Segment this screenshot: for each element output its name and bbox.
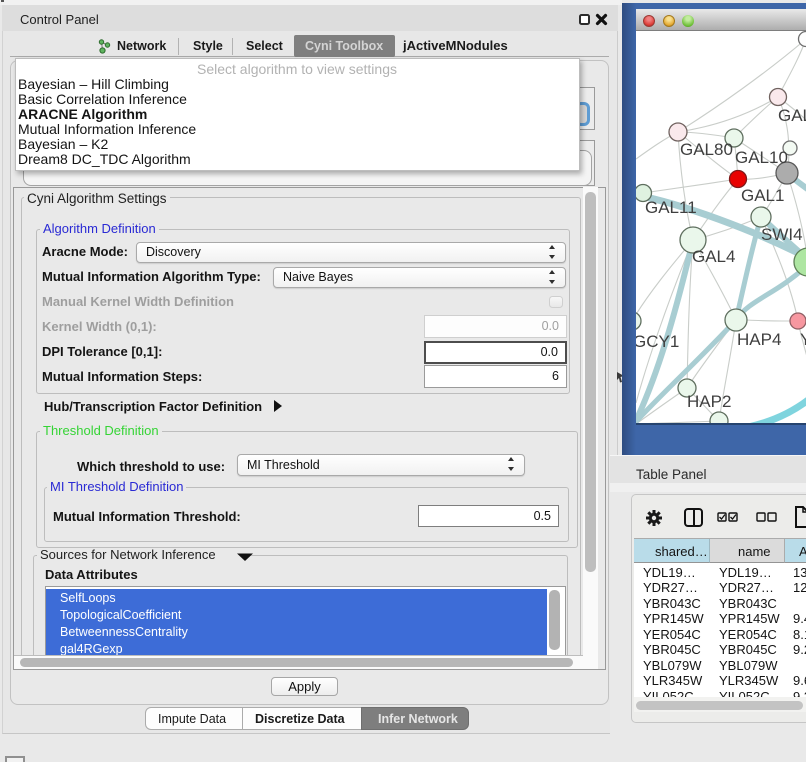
svg-text:Y: Y xyxy=(800,330,806,349)
svg-text:GAL4: GAL4 xyxy=(692,247,735,266)
svg-text:GAL10: GAL10 xyxy=(735,148,788,167)
svg-text:GAL80: GAL80 xyxy=(680,140,733,159)
svg-text:SWI4: SWI4 xyxy=(761,225,803,244)
svg-text:HAP2: HAP2 xyxy=(687,392,731,411)
svg-text:GAL1: GAL1 xyxy=(741,186,784,205)
svg-text:GAL11: GAL11 xyxy=(645,198,697,217)
svg-text:GCY1: GCY1 xyxy=(636,332,679,351)
svg-text:GAL2: GAL2 xyxy=(778,106,806,125)
svg-text:HAP4: HAP4 xyxy=(737,330,781,349)
